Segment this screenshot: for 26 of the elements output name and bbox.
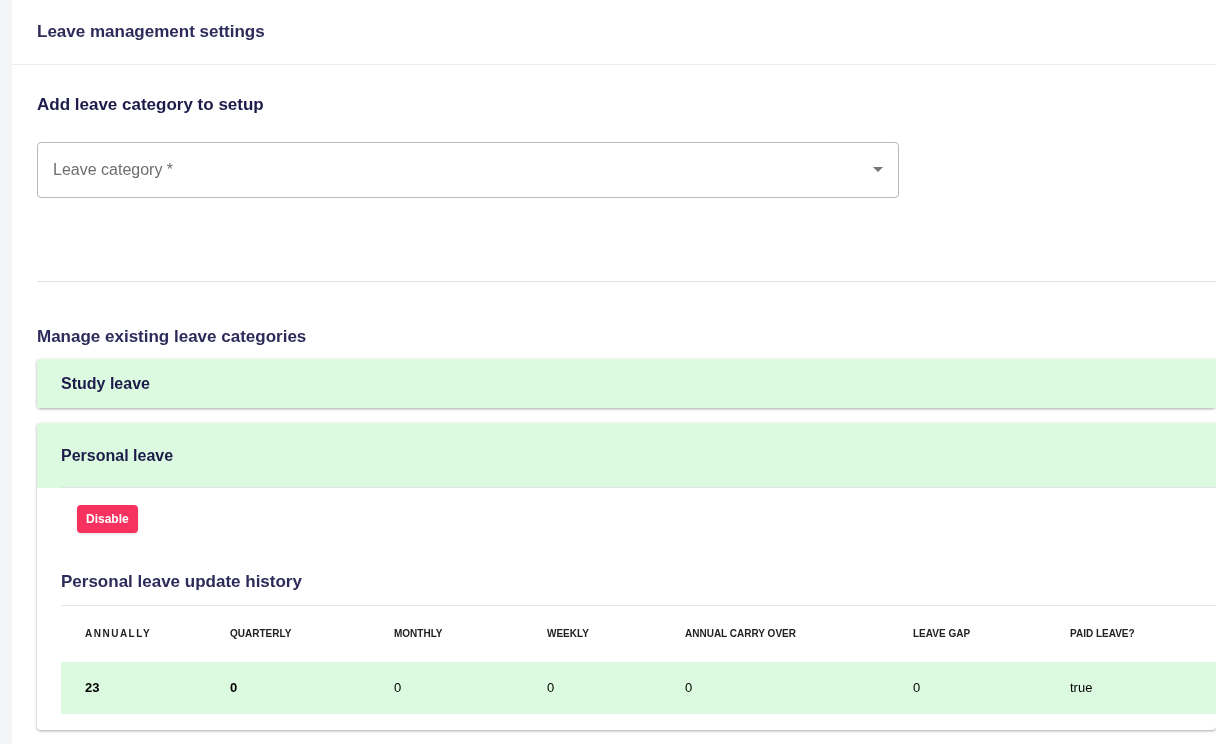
disable-button[interactable]: Disable — [77, 505, 138, 533]
column-header: ANNUAL CARRY OVER — [685, 627, 797, 641]
section-heading: Manage existing leave categories — [37, 325, 308, 348]
table-cell-text: 0 — [913, 678, 922, 697]
history-heading: Personal leave update history — [61, 569, 1216, 606]
category-header[interactable]: Personal leave — [37, 423, 1216, 488]
category-name: Personal leave — [61, 445, 174, 466]
leave-category-select[interactable]: Leave category * — [37, 141, 899, 198]
table-cell-text: 0 — [685, 678, 694, 697]
select-placeholder: Leave category * — [53, 159, 174, 180]
column-header: MONTHLY — [394, 627, 444, 641]
table-cell-text: 0 — [394, 678, 403, 697]
page-title: Leave management settings — [37, 21, 265, 44]
table-cell-text: 0 — [547, 678, 556, 697]
column-header: WEEKLY — [547, 627, 590, 641]
table-cell-text: true — [1070, 678, 1094, 697]
table-cell-text: 0 — [230, 678, 239, 697]
category-name: Study leave — [61, 373, 150, 394]
section-heading: Add leave category to setup — [37, 94, 265, 116]
category-header[interactable]: Study leave — [37, 359, 1216, 408]
table-cell-text: 23 — [85, 678, 101, 697]
column-header: ANNUALLY — [85, 627, 153, 641]
dropdown-caret-icon — [873, 167, 883, 172]
column-header: LEAVE GAP — [913, 627, 972, 641]
column-header: PAID LEAVE? — [1070, 627, 1136, 641]
column-header: QUARTERLY — [230, 627, 293, 641]
